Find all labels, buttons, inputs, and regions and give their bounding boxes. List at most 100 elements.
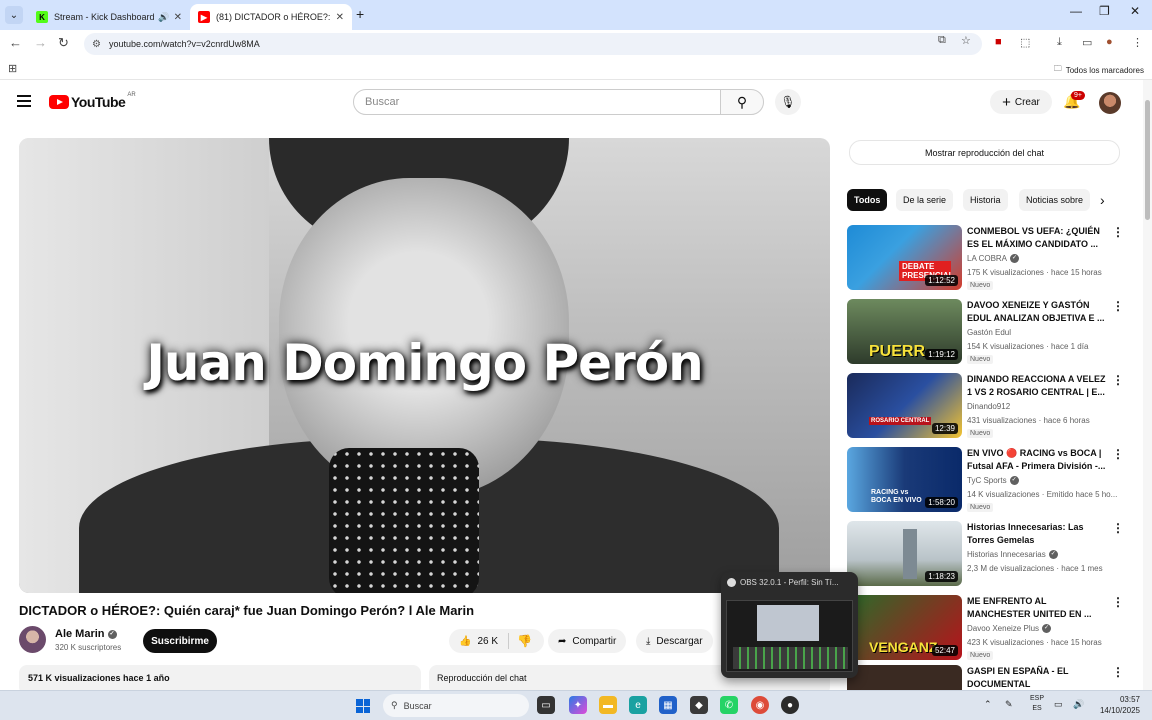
recommendation-thumbnail[interactable]: VENGANZ 52:47 <box>847 595 962 660</box>
all-bookmarks-folder[interactable]: 🗀 Todos los marcadores <box>1054 63 1144 77</box>
tray-pen-icon[interactable]: ✎ <box>1005 699 1013 710</box>
more-options-icon[interactable]: ⋮ <box>1112 595 1124 609</box>
chevron-right-icon[interactable]: › <box>1100 192 1105 208</box>
obs-taskbar-icon[interactable]: ● <box>781 696 799 714</box>
recommendation-channel[interactable]: Dinando912 <box>967 402 1010 411</box>
taskbar-clock[interactable]: 03:57 14/10/2025 <box>1092 694 1140 716</box>
recommendation-channel[interactable]: Historias Innecesarias ✓ <box>967 550 1058 559</box>
recommendation-item[interactable]: 1:18:23 Historias Innecesarias: Las Torr… <box>847 521 1127 587</box>
recommendation-item[interactable]: ROSARIO CENTRAL 12:39 DINANDO REACCIONA … <box>847 373 1127 439</box>
video-player[interactable]: Juan Domingo Perón <box>19 138 830 593</box>
copilot-icon[interactable]: ✦ <box>569 696 587 714</box>
pdf-extension-icon[interactable]: ■ <box>995 36 1002 48</box>
extensions-icon[interactable]: ⬚ <box>1020 36 1030 49</box>
close-tab-icon[interactable]: ✕ <box>174 12 182 23</box>
tab-kick-dashboard[interactable]: K Stream - Kick Dashboard 🔊 ✕ <box>28 4 190 30</box>
recommendation-channel[interactable]: TyC Sports ✓ <box>967 476 1019 485</box>
recommendation-thumbnail[interactable] <box>847 665 962 690</box>
tab-search-icon[interactable]: ⌄ <box>5 6 23 24</box>
sidepanel-icon[interactable]: ▭ <box>1082 36 1092 49</box>
channel-avatar[interactable] <box>19 626 46 653</box>
subscribe-button[interactable]: Suscribirme <box>143 629 217 653</box>
recommendation-channel[interactable]: Davoo Xeneize Plus ✓ <box>967 624 1052 633</box>
thumbnail-text: VENGANZ <box>869 639 938 655</box>
app-cube-icon[interactable]: ◆ <box>690 696 708 714</box>
minimize-icon[interactable]: — <box>1070 4 1082 18</box>
recommendation-thumbnail[interactable]: RACING vs BOCA EN VIVO 1:58:20 <box>847 447 962 512</box>
download-icon[interactable]: ⤓ <box>1057 36 1062 49</box>
create-button[interactable]: + Crear <box>990 90 1052 114</box>
obs-preview-thumbnail[interactable] <box>726 600 853 672</box>
show-chat-replay-button[interactable]: Mostrar reproducción del chat <box>849 140 1120 165</box>
edge-icon[interactable]: e <box>629 696 647 714</box>
tab-youtube-video[interactable]: ▶ (81) DICTADOR o HÉROE?: Quién ✕ <box>190 4 352 30</box>
recommendation-item[interactable]: GASPI EN ESPAÑA - EL DOCUMENTAL ⋮ <box>847 665 1127 690</box>
recommendation-thumbnail[interactable]: PUERR 1:19:12 <box>847 299 962 364</box>
recommendation-item[interactable]: DEBATE PRESENCIAL 1:12:52 CONMEBOL VS UE… <box>847 225 1127 291</box>
forward-icon[interactable]: → <box>34 35 47 50</box>
tray-overflow-icon[interactable]: ⌃ <box>984 699 992 710</box>
address-bar[interactable]: ⚙ youtube.com/watch?v=v2cnrdUw8MA <box>84 33 982 55</box>
page-scrollbar[interactable] <box>1143 80 1152 690</box>
chip-series[interactable]: De la serie <box>896 189 954 211</box>
dislike-button[interactable]: 👎 <box>509 634 532 648</box>
menu-hamburger-icon[interactable] <box>17 95 31 107</box>
close-window-icon[interactable]: ✕ <box>1130 4 1140 18</box>
chrome-icon[interactable]: ◉ <box>751 696 769 714</box>
windows-start-icon[interactable] <box>356 699 370 713</box>
reload-icon[interactable]: ↻ <box>58 35 69 51</box>
recommendation-channel[interactable]: LA COBRA ✓ <box>967 254 1020 263</box>
more-options-icon[interactable]: ⋮ <box>1112 225 1124 239</box>
like-count: 26 K <box>477 635 499 647</box>
taskbar-search[interactable]: ⚲ Buscar <box>383 694 529 717</box>
apps-grid-icon[interactable]: ⊞ <box>8 62 17 75</box>
download-button[interactable]: ⤓ Descargar <box>636 629 713 653</box>
recommendation-item[interactable]: PUERR 1:19:12 DAVOO XENEIZE Y GASTÓN EDU… <box>847 299 1127 365</box>
more-options-icon[interactable]: ⋮ <box>1112 299 1124 313</box>
scrollbar-thumb[interactable] <box>1145 100 1150 220</box>
site-info-icon[interactable]: ⚙ <box>92 39 101 50</box>
share-button[interactable]: ➦ Compartir <box>548 629 627 653</box>
recommendation-thumbnail[interactable]: DEBATE PRESENCIAL 1:12:52 <box>847 225 962 290</box>
new-badge: Nuevo <box>967 429 994 438</box>
channel-name-link[interactable]: Ale Marin ✓ <box>55 628 117 640</box>
speaker-icon[interactable]: 🔊 <box>158 12 169 23</box>
voice-search-button[interactable]: 🎙 <box>775 89 801 115</box>
recommendation-item[interactable]: VENGANZ 52:47 ME ENFRENTO AL MANCHESTER … <box>847 595 1127 661</box>
menu-dots-icon[interactable]: ⋮ <box>1132 36 1143 49</box>
search-input[interactable]: Buscar <box>353 89 721 115</box>
network-icon[interactable]: ▭ <box>1054 699 1063 710</box>
file-explorer-icon[interactable]: ▬ <box>599 696 617 714</box>
user-avatar[interactable] <box>1099 92 1121 114</box>
chip-history[interactable]: Historia <box>963 189 1008 211</box>
search-button[interactable]: ⚲ <box>720 89 764 115</box>
more-options-icon[interactable]: ⋮ <box>1112 373 1124 387</box>
chip-all[interactable]: Todos <box>847 189 888 211</box>
input-language[interactable]: ESP ES <box>1030 694 1044 714</box>
bookmark-star-icon[interactable]: ☆ <box>961 34 971 47</box>
new-tab-icon[interactable]: + <box>356 6 364 22</box>
maximize-icon[interactable]: ❐ <box>1099 4 1110 18</box>
recommendation-item[interactable]: RACING vs BOCA EN VIVO 1:58:20 EN VIVO 🔴… <box>847 447 1127 513</box>
close-tab-icon[interactable]: ✕ <box>336 12 344 23</box>
chip-news[interactable]: Noticias sobre <box>1019 189 1091 211</box>
channel-label: Dinando912 <box>967 402 1011 411</box>
thumbnail-text: PUERR <box>869 343 926 360</box>
more-options-icon[interactable]: ⋮ <box>1112 665 1124 679</box>
recommendation-thumbnail[interactable]: ROSARIO CENTRAL 12:39 <box>847 373 962 438</box>
recommendation-channel[interactable]: Gastón Edul <box>967 328 1011 337</box>
like-button[interactable]: 👍 26 K <box>449 633 509 649</box>
recommendation-thumbnail[interactable]: 1:18:23 <box>847 521 962 586</box>
more-options-icon[interactable]: ⋮ <box>1112 447 1124 461</box>
profile-icon[interactable]: ● <box>1106 36 1113 48</box>
back-icon[interactable]: ← <box>9 35 22 50</box>
volume-icon[interactable]: 🔊 <box>1073 699 1084 710</box>
task-view-icon[interactable]: ▭ <box>537 696 555 714</box>
cast-icon[interactable]: ⧉ <box>938 34 946 47</box>
tab-title: Stream - Kick Dashboard <box>54 12 155 22</box>
store-icon[interactable]: ▦ <box>659 696 677 714</box>
whatsapp-icon[interactable]: ✆ <box>720 696 738 714</box>
obs-taskbar-preview[interactable]: OBS 32.0.1 - Perfil: Sin Tí... <box>721 572 858 678</box>
more-options-icon[interactable]: ⋮ <box>1112 521 1124 535</box>
youtube-logo[interactable]: YouTube AR <box>49 92 136 110</box>
